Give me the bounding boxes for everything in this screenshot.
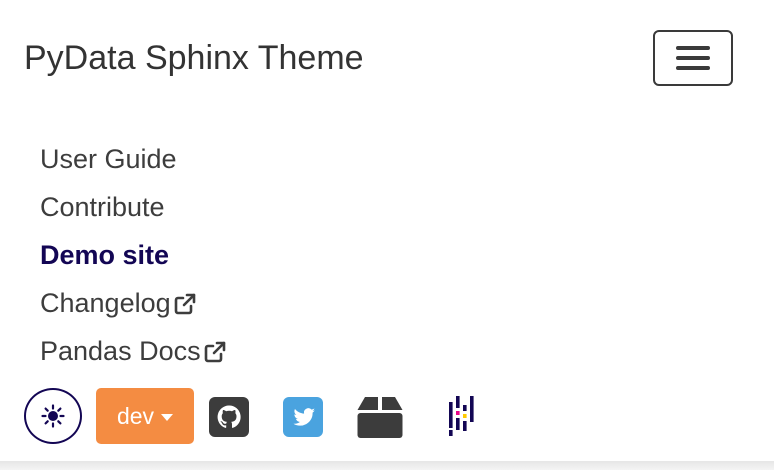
nav-item-label: Pandas Docs (40, 336, 201, 366)
nav-item-changelog[interactable]: Changelog (40, 280, 227, 328)
github-icon[interactable] (208, 396, 252, 440)
theme-switch-button[interactable] (24, 388, 82, 444)
hamburger-menu-icon (676, 46, 710, 70)
site-title[interactable]: PyData Sphinx Theme (24, 36, 364, 80)
mobile-sidebar: PyData Sphinx Theme User Guide Contribut… (0, 0, 774, 470)
nav-item-contribute[interactable]: Contribute (40, 184, 227, 232)
main-nav: User Guide Contribute Demo site Changelo… (40, 136, 227, 376)
menu-toggle-button[interactable] (653, 30, 733, 86)
external-link-icon (204, 341, 225, 363)
header-icon-links: dev (24, 388, 484, 444)
nav-item-pandas-docs[interactable]: Pandas Docs (40, 328, 227, 376)
nav-item-label: Changelog (40, 288, 171, 318)
caret-down-icon (161, 413, 174, 421)
package-box-icon[interactable] (356, 393, 404, 441)
twitter-icon[interactable] (282, 396, 326, 440)
pandas-logo-icon[interactable] (438, 390, 482, 440)
version-switcher-button[interactable]: dev (96, 388, 194, 444)
sun-icon (41, 404, 65, 428)
nav-item-user-guide[interactable]: User Guide (40, 136, 227, 184)
version-label: dev (116, 402, 155, 429)
nav-item-demo-site[interactable]: Demo site (40, 232, 227, 280)
external-link-icon (174, 293, 195, 315)
nav-item-label: Demo site (40, 240, 170, 270)
nav-item-label: User Guide (40, 144, 177, 174)
bottom-divider (0, 461, 774, 470)
nav-item-label: Contribute (40, 192, 165, 222)
